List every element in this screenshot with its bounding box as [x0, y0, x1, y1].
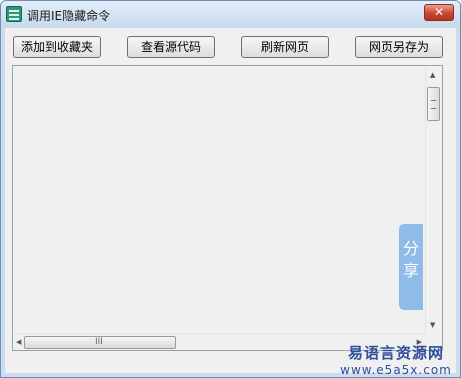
save-page-as-button[interactable]: 网页另存为 — [355, 36, 443, 58]
window-title: 调用IE隐藏命令 — [27, 9, 111, 23]
scroll-up-arrow-icon[interactable]: ▲ — [430, 71, 435, 79]
app-icon — [6, 6, 22, 22]
web-browser-view[interactable]: ▲ ▼ ◀ III ▶ — [12, 65, 443, 351]
share-char: 分 — [402, 239, 419, 258]
client-area: 添加到收藏夹 查看源代码 刷新网页 网页另存为 ▲ ▼ ◀ III ▶ 分 享 — [5, 28, 456, 373]
grip-icon — [431, 100, 436, 109]
share-label: 分 享 — [399, 238, 423, 282]
share-char: 享 — [402, 261, 419, 280]
scroll-left-arrow-icon[interactable]: ◀ — [16, 338, 21, 346]
refresh-page-button[interactable]: 刷新网页 — [241, 36, 329, 58]
vertical-scrollbar[interactable]: ▲ ▼ — [425, 66, 442, 333]
close-button[interactable]: ✕ — [424, 4, 454, 21]
watermark-title: 易语言资源网 — [347, 344, 444, 362]
title-bar[interactable]: 调用IE隐藏命令 ✕ — [1, 1, 460, 28]
share-tab[interactable]: 分 享 — [399, 224, 423, 310]
horizontal-scroll-thumb[interactable]: III — [24, 336, 176, 349]
app-window: 调用IE隐藏命令 ✕ 添加到收藏夹 查看源代码 刷新网页 网页另存为 ▲ ▼ ◀… — [0, 0, 461, 378]
add-to-favorites-button[interactable]: 添加到收藏夹 — [13, 36, 101, 58]
grip-icon: III — [95, 337, 103, 347]
watermark-url: www.e5a5x.com — [340, 363, 452, 377]
watermark: 易语言资源网 www.e5a5x.com — [336, 342, 456, 377]
vertical-scroll-thumb[interactable] — [427, 87, 440, 121]
view-source-button[interactable]: 查看源代码 — [127, 36, 215, 58]
scroll-down-arrow-icon[interactable]: ▼ — [430, 321, 435, 329]
